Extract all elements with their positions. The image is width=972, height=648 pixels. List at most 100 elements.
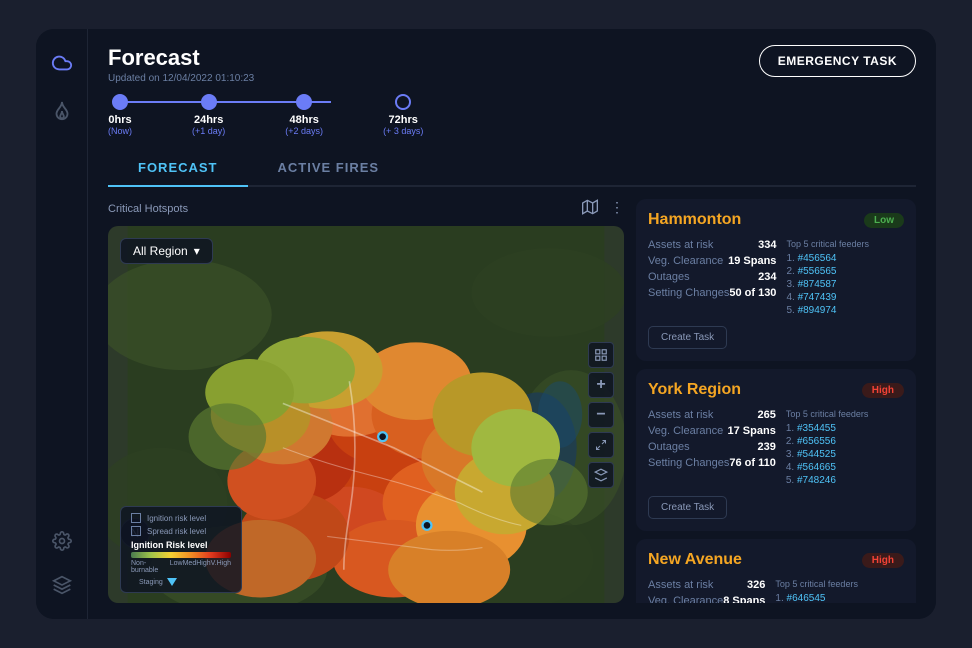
staging-label: Staging — [139, 579, 163, 586]
stat-veg-york: Veg. Clearance 17 Spans — [648, 425, 776, 437]
feeder-num: 1. — [786, 253, 797, 264]
forecast-title: Forecast — [108, 45, 423, 71]
feeder-1-avenue: 1. #646545 — [775, 593, 904, 603]
layers-map-button[interactable] — [588, 462, 614, 488]
timeline-dot-3[interactable] — [395, 94, 411, 110]
legend-ignition-checkbox[interactable] — [131, 513, 141, 523]
header-left: Forecast Updated on 12/04/2022 01:10:23 … — [108, 45, 423, 136]
card-stats-york: Assets at risk 265 Veg. Clearance 17 Spa… — [648, 409, 776, 480]
legend-spread-checkbox[interactable] — [131, 526, 141, 536]
ignition-risk-title: Ignition Risk level — [131, 540, 231, 550]
feeders-hammonton: Top 5 critical feeders 1. #456564 2. #55… — [786, 239, 904, 318]
card-header-hammonton: Hammonton Low — [648, 211, 904, 229]
feeder-4-hammonton: 4. #747439 — [786, 292, 904, 303]
legend-spread-label: Spread risk level — [147, 527, 206, 536]
feeders-avenue: Top 5 critical feeders 1. #646545 2. #65… — [775, 579, 904, 603]
sidebar-icon-fire[interactable] — [48, 97, 76, 125]
card-header-avenue: New Avenue High — [648, 551, 904, 569]
timeline-sub-2: (+2 days) — [285, 126, 323, 136]
chevron-down-icon: ▾ — [194, 244, 200, 258]
timeline-dot-0[interactable] — [112, 94, 128, 110]
badge-hammonton: Low — [864, 213, 904, 228]
emergency-task-button[interactable]: EMERGENCY TASK — [759, 45, 916, 77]
feeder-num: 3. — [786, 279, 797, 290]
feeder-num: 2. — [786, 266, 797, 277]
more-icon[interactable]: ⋮ — [610, 199, 624, 218]
feeder-2-york: 2. #656556 — [786, 436, 904, 447]
feeder-2-hammonton: 2. #556565 — [786, 266, 904, 277]
timeline-label-3: 72hrs — [389, 114, 418, 126]
stat-veg-avenue: Veg. Clearance 8 Spans — [648, 595, 765, 603]
tab-active-fires[interactable]: ACTIVE FIRES — [248, 150, 410, 187]
map-legend: Ignition risk level Spread risk level Ig… — [120, 506, 242, 593]
sidebar-icon-cloud[interactable] — [48, 49, 76, 77]
map-container: All Region ▾ + − — [108, 226, 624, 603]
sidebar-layers-icon[interactable] — [48, 571, 76, 599]
grad-nonburnable: Non-burnable — [131, 560, 170, 574]
stat-assets-avenue: Assets at risk 326 — [648, 579, 765, 591]
timeline-point-2: 48hrs (+2 days) — [285, 94, 323, 136]
legend-ignition-label: Ignition risk level — [147, 514, 206, 523]
section-header: Critical Hotspots ⋮ — [108, 199, 624, 218]
badge-york: High — [862, 383, 904, 398]
sidebar-settings-icon[interactable] — [48, 527, 76, 555]
feeder-3-hammonton: 3. #874587 — [786, 279, 904, 290]
create-task-hammonton[interactable]: Create Task — [648, 326, 727, 349]
gradient-bar — [131, 552, 231, 558]
gradient-labels: Non-burnable Low Med High V.High — [131, 560, 231, 574]
card-body-avenue: Assets at risk 326 Veg. Clearance 8 Span… — [648, 579, 904, 603]
stat-outages-york: Outages 239 — [648, 441, 776, 453]
card-title-hammonton: Hammonton — [648, 211, 741, 229]
fullscreen-button[interactable] — [588, 432, 614, 458]
feeders-title-york: Top 5 critical feeders — [786, 409, 904, 419]
timeline-label-0: 0hrs — [108, 114, 131, 126]
hotspot-card-avenue: New Avenue High Assets at risk 326 Veg. … — [636, 539, 916, 603]
grad-high: High — [196, 560, 210, 574]
stat-setting-hammonton: Setting Changes 50 of 130 — [648, 287, 776, 299]
timeline-sub-1: (+1 day) — [192, 126, 225, 136]
timeline-label-2: 48hrs — [289, 114, 318, 126]
timeline-sub-0: (Now) — [108, 126, 132, 136]
feeder-4-york: 4. #564665 — [786, 462, 904, 473]
zoom-in-button[interactable]: + — [588, 372, 614, 398]
card-header-york: York Region High — [648, 381, 904, 399]
map-controls: + − — [588, 342, 614, 488]
feeder-num: 4. — [786, 292, 797, 303]
card-stats-hammonton: Assets at risk 334 Veg. Clearance 19 Spa… — [648, 239, 776, 310]
timeline-dot-2[interactable] — [296, 94, 312, 110]
stat-veg-hammonton: Veg. Clearance 19 Spans — [648, 255, 776, 267]
stat-assets-hammonton: Assets at risk 334 — [648, 239, 776, 251]
map-icon[interactable] — [582, 199, 598, 218]
feeder-1-hammonton: 1. #456564 — [786, 253, 904, 264]
feeder-1-york: 1. #354455 — [786, 423, 904, 434]
main-content: Forecast Updated on 12/04/2022 01:10:23 … — [88, 29, 936, 619]
region-label: All Region — [133, 244, 188, 258]
card-body-hammonton: Assets at risk 334 Veg. Clearance 19 Spa… — [648, 239, 904, 318]
timeline-point-0: 0hrs (Now) — [108, 94, 132, 136]
grad-low: Low — [170, 560, 183, 574]
map-region-selector[interactable]: All Region ▾ — [120, 238, 213, 264]
stat-outages-hammonton: Outages 234 — [648, 271, 776, 283]
section-title: Critical Hotspots — [108, 203, 188, 215]
timeline-label-1: 24hrs — [194, 114, 223, 126]
tablet-frame: Forecast Updated on 12/04/2022 01:10:23 … — [36, 29, 936, 619]
feeders-title-hammonton: Top 5 critical feeders — [786, 239, 904, 249]
map-section: Critical Hotspots ⋮ — [108, 199, 624, 603]
tabs: FORECAST ACTIVE FIRES — [108, 150, 916, 187]
stat-assets-york: Assets at risk 265 — [648, 409, 776, 421]
sidebar — [36, 29, 88, 619]
legend-ignition-row: Ignition risk level — [131, 513, 231, 523]
timeline-point-3: 72hrs (+ 3 days) — [383, 94, 423, 136]
forecast-updated: Updated on 12/04/2022 01:10:23 — [108, 73, 423, 84]
feeder-3-york: 3. #544525 — [786, 449, 904, 460]
feeder-num: 5. — [786, 305, 797, 316]
grad-vhigh: V.High — [211, 560, 231, 574]
feeder-5-york: 5. #748246 — [786, 475, 904, 486]
map-grid-button[interactable] — [588, 342, 614, 368]
timeline-dot-1[interactable] — [201, 94, 217, 110]
timeline-sub-3: (+ 3 days) — [383, 126, 423, 136]
create-task-york[interactable]: Create Task — [648, 496, 727, 519]
zoom-out-button[interactable]: − — [588, 402, 614, 428]
tab-forecast[interactable]: FORECAST — [108, 150, 248, 187]
section-header-icons: ⋮ — [582, 199, 624, 218]
